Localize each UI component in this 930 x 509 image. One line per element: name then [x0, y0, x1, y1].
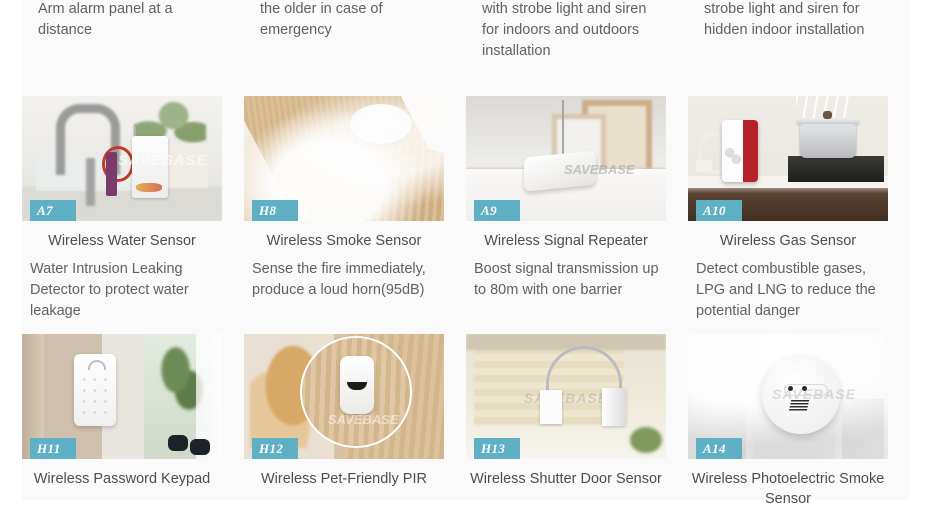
decor-sensor-plate — [540, 390, 562, 424]
product-card[interactable]: SAVEBASE A9 Wireless Signal Repeater Boo… — [466, 96, 688, 322]
wireless-pet-friendly-pir-image[interactable]: SAVEBASE H12 — [244, 334, 444, 459]
decor-detector-led — [788, 386, 793, 391]
wireless-smoke-sensor-image[interactable]: H8 — [244, 96, 444, 221]
product-card[interactable]: SAVEBASE A7 Wireless Water Sensor Water … — [22, 96, 244, 322]
wireless-water-sensor-image[interactable]: SAVEBASE A7 — [22, 96, 222, 221]
product-badge: A7 — [30, 200, 76, 221]
product-title[interactable]: Wireless Signal Repeater — [466, 231, 666, 251]
product-title[interactable]: Wireless Smoke Sensor — [244, 231, 444, 251]
product-card[interactable]: SAVEBASE H12 Wireless Pet-Friendly PIR — [244, 334, 466, 509]
decor-faucet-stem — [86, 158, 95, 206]
decor-detector-grill — [788, 400, 810, 411]
product-description: Water Intrusion Leaking Detector to prot… — [30, 261, 189, 319]
decor-roof — [466, 334, 666, 350]
product-title[interactable]: Wireless Water Sensor — [22, 231, 222, 251]
product-description: 125dB mini siren with a blue strobe ligh… — [704, 1, 865, 38]
product-title[interactable]: Wireless Photoelectric Smoke Sensor — [688, 469, 888, 509]
product-badge: H11 — [30, 438, 76, 459]
decor-pot-knob — [823, 111, 832, 119]
previous-row-descriptions: Free to Arm/Disarm/Home Arm alarm panel … — [22, 0, 910, 62]
decor-pot — [800, 124, 856, 158]
product-title[interactable]: Wireless Shutter Door Sensor — [466, 469, 666, 489]
product-badge: A14 — [696, 438, 742, 459]
decor-sensor-plate-2 — [602, 388, 626, 426]
product-title[interactable]: Wireless Gas Sensor — [688, 231, 888, 251]
decor-probe — [106, 152, 117, 196]
wireless-shutter-door-sensor-image[interactable]: SAVEBASE H13 — [466, 334, 666, 459]
previous-row-description-cell: 125dB mini siren with a blue strobe ligh… — [688, 0, 910, 62]
product-description: Boost signal transmission up to 80m with… — [474, 261, 659, 298]
product-card[interactable]: H11 Wireless Password Keypad — [22, 334, 244, 509]
watermark-text: SAVEBASE — [118, 152, 208, 169]
product-card[interactable]: H8 Wireless Smoke Sensor Sense the fire … — [244, 96, 466, 322]
product-badge: H8 — [252, 200, 298, 221]
previous-row-description-cell: Free to Arm/Disarm/Home Arm alarm panel … — [22, 0, 244, 62]
wireless-photoelectric-smoke-sensor-image[interactable]: SAVEBASE A14 — [688, 334, 888, 459]
content-area: Free to Arm/Disarm/Home Arm alarm panel … — [22, 0, 910, 507]
decor-plug — [696, 160, 712, 172]
decor-pir-device — [340, 356, 374, 414]
product-card[interactable]: SAVEBASE A14 Wireless Photoelectric Smok… — [688, 334, 910, 509]
decor-key-fob — [168, 435, 188, 451]
watermark-text: SAVEBASE — [564, 162, 635, 177]
decor-keypad-keys — [79, 374, 111, 418]
previous-row-description-cell: Good for the younger and the older in ca… — [244, 0, 466, 62]
wireless-signal-repeater-image[interactable]: SAVEBASE A9 — [466, 96, 666, 221]
wireless-password-keypad-image[interactable]: H11 — [22, 334, 222, 459]
product-row-1: SAVEBASE A7 Wireless Water Sensor Water … — [22, 96, 910, 322]
product-badge: H13 — [474, 438, 520, 459]
product-description: Sense the fire immediately, produce a lo… — [252, 261, 426, 298]
product-title[interactable]: Wireless Password Keypad — [22, 469, 222, 489]
product-description: Detect combustible gases, LPG and LNG to… — [696, 261, 876, 319]
product-card[interactable]: SAVEBASE H13 Wireless Shutter Door Senso… — [466, 334, 688, 509]
product-description: Good for the younger and the older in ca… — [260, 1, 383, 38]
decor-key-fob-2 — [190, 439, 210, 455]
product-description: Durable bell box(110dB) with strobe ligh… — [482, 1, 647, 59]
decor-gas-device — [722, 120, 758, 182]
right-margin — [910, 0, 930, 500]
watermark-text: SAVEBASE — [328, 412, 399, 427]
product-badge: H12 — [252, 438, 298, 459]
decor-detector-led-2 — [802, 386, 807, 391]
product-grid-page: Free to Arm/Disarm/Home Arm alarm panel … — [0, 0, 930, 507]
product-row-2: H11 Wireless Password Keypad SAVEBASE H1… — [22, 334, 910, 509]
decor-bush — [630, 427, 662, 453]
decor-stove — [788, 156, 884, 182]
product-title[interactable]: Wireless Pet-Friendly PIR — [244, 469, 444, 489]
product-card[interactable]: A10 Wireless Gas Sensor Detect combustib… — [688, 96, 910, 322]
previous-row-description-cell: Durable bell box(110dB) with strobe ligh… — [466, 0, 688, 62]
decor-antenna — [562, 100, 564, 156]
product-badge: A9 — [474, 200, 520, 221]
wireless-gas-sensor-image[interactable]: A10 — [688, 96, 888, 221]
product-badge: A10 — [696, 200, 742, 221]
product-description: Free to Arm/Disarm/Home Arm alarm panel … — [38, 1, 173, 38]
